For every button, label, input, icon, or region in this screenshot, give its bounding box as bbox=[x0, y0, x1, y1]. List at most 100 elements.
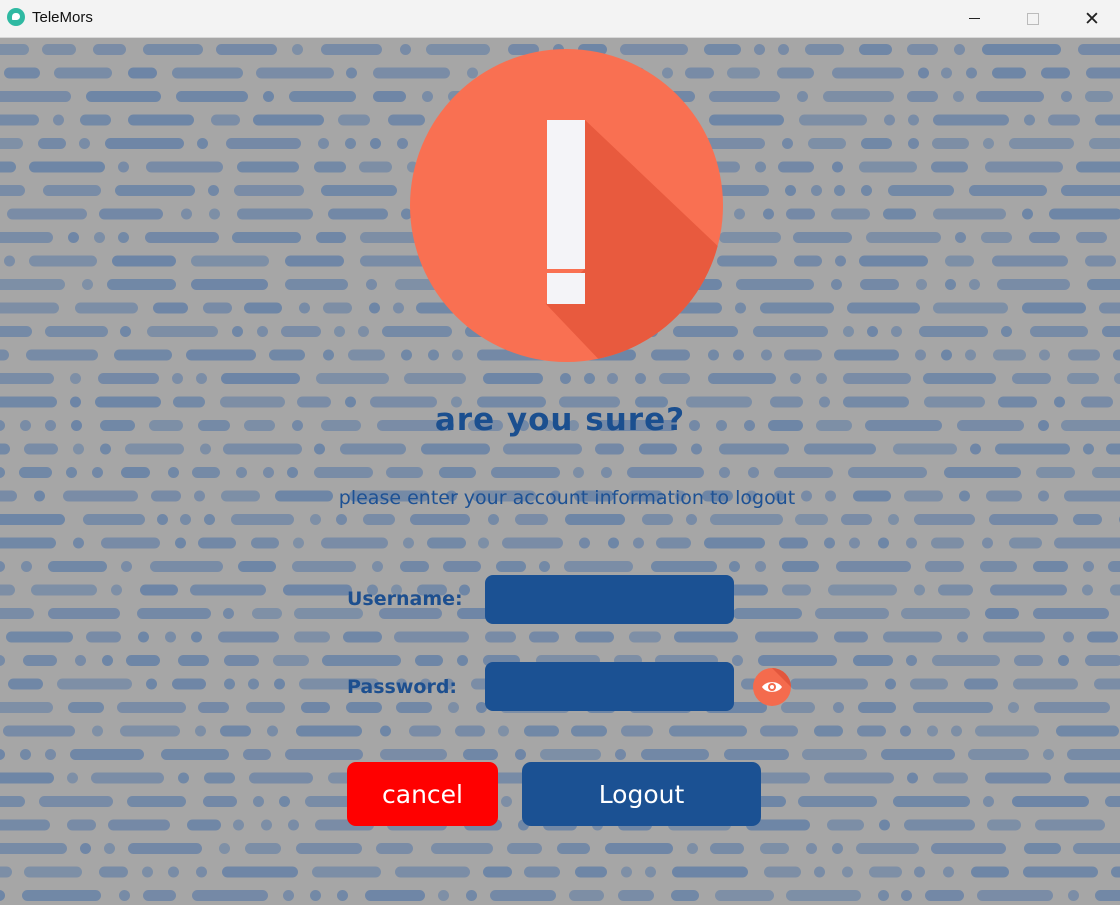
pattern-dash bbox=[292, 561, 356, 572]
pattern-dash bbox=[832, 67, 904, 79]
username-input[interactable] bbox=[485, 575, 734, 624]
pattern-dash bbox=[485, 631, 516, 643]
pattern-dash bbox=[932, 138, 969, 149]
dialog-subtitle: please enter your account information to… bbox=[338, 487, 796, 509]
pattern-dash bbox=[404, 373, 466, 384]
pattern-dash bbox=[190, 584, 266, 596]
pattern-dash bbox=[191, 255, 269, 267]
pattern-dash bbox=[421, 443, 490, 455]
pattern-dash bbox=[496, 561, 526, 572]
pattern-dash bbox=[1022, 208, 1033, 220]
pattern-dash bbox=[198, 702, 229, 713]
pattern-dash bbox=[150, 561, 223, 572]
pattern-dash bbox=[867, 326, 878, 337]
pattern-dash bbox=[439, 467, 476, 478]
pattern-dash bbox=[687, 843, 698, 854]
maximize-button[interactable] bbox=[1005, 0, 1061, 37]
pattern-dash bbox=[358, 326, 369, 337]
pattern-dash bbox=[1024, 114, 1035, 126]
pattern-dash bbox=[0, 185, 25, 196]
pattern-dash bbox=[1082, 584, 1093, 596]
pattern-dash bbox=[178, 655, 209, 666]
pattern-dash bbox=[797, 91, 808, 102]
pattern-dash bbox=[778, 161, 814, 173]
pattern-dash bbox=[931, 537, 964, 549]
pattern-dash bbox=[760, 725, 798, 737]
pattern-dash bbox=[393, 302, 404, 314]
pattern-dash bbox=[891, 326, 902, 337]
pattern-dash bbox=[204, 772, 235, 784]
pattern-dash bbox=[524, 866, 560, 878]
pattern-dash bbox=[955, 232, 966, 243]
pattern-dash bbox=[764, 866, 801, 878]
pattern-dash bbox=[710, 514, 783, 525]
pattern-dash bbox=[932, 655, 1000, 666]
password-input[interactable] bbox=[485, 662, 734, 711]
pattern-dash bbox=[529, 631, 559, 643]
pattern-dash bbox=[409, 725, 441, 737]
pattern-dash bbox=[816, 373, 827, 384]
pattern-dash bbox=[806, 843, 817, 854]
logout-button[interactable]: Logout bbox=[522, 762, 761, 826]
cancel-button[interactable]: cancel bbox=[347, 762, 498, 826]
window-title: TeleMors bbox=[32, 9, 93, 26]
pattern-dash bbox=[995, 443, 1070, 455]
pattern-dash bbox=[191, 631, 202, 643]
pattern-dash bbox=[981, 232, 1012, 243]
pattern-dash bbox=[970, 443, 981, 455]
pattern-dash bbox=[805, 44, 844, 55]
pattern-dash bbox=[244, 302, 282, 314]
maximize-icon bbox=[1027, 12, 1039, 25]
pattern-dash bbox=[1035, 819, 1105, 831]
pattern-dash bbox=[403, 537, 414, 549]
pattern-dash bbox=[790, 678, 868, 690]
pattern-dash bbox=[68, 702, 104, 713]
pattern-dash bbox=[209, 208, 220, 220]
pattern-dash bbox=[261, 819, 272, 831]
pattern-dash bbox=[823, 91, 894, 102]
pattern-dash bbox=[73, 537, 84, 549]
show-password-button[interactable] bbox=[753, 668, 791, 706]
pattern-dash bbox=[985, 772, 1051, 784]
pattern-dash bbox=[736, 279, 814, 290]
pattern-dash bbox=[204, 514, 215, 525]
pattern-dash bbox=[346, 702, 382, 713]
pattern-dash bbox=[127, 796, 186, 807]
pattern-dash bbox=[0, 114, 39, 126]
pattern-dash bbox=[198, 537, 236, 549]
pattern-dash bbox=[560, 373, 571, 384]
pattern-dash bbox=[957, 631, 968, 643]
pattern-dash bbox=[908, 114, 919, 126]
pattern-dash bbox=[659, 373, 690, 384]
pattern-dash bbox=[564, 561, 633, 572]
pattern-dash bbox=[187, 819, 221, 831]
pattern-dash bbox=[70, 373, 81, 384]
pattern-dash bbox=[754, 44, 765, 55]
pattern-dash bbox=[815, 608, 889, 619]
pattern-dash bbox=[621, 866, 632, 878]
pattern-dash bbox=[834, 631, 868, 643]
pattern-dash bbox=[717, 255, 777, 267]
pattern-dash bbox=[143, 44, 203, 55]
minimize-button[interactable] bbox=[946, 0, 1002, 37]
pattern-dash bbox=[539, 561, 550, 572]
pattern-dash bbox=[859, 255, 928, 267]
pattern-dash bbox=[312, 866, 381, 878]
pattern-dash bbox=[120, 725, 180, 737]
pattern-dash bbox=[53, 114, 64, 126]
pattern-dash bbox=[121, 467, 150, 478]
close-button[interactable]: ✕ bbox=[1064, 0, 1120, 37]
pattern-dash bbox=[431, 843, 493, 854]
pattern-dash bbox=[249, 772, 313, 784]
pattern-dash bbox=[0, 349, 9, 361]
pattern-dash bbox=[915, 349, 926, 361]
pattern-dash bbox=[93, 44, 126, 55]
pattern-dash bbox=[168, 866, 179, 878]
pattern-dash bbox=[75, 302, 138, 314]
pattern-dash bbox=[237, 161, 299, 173]
pattern-dash bbox=[0, 302, 59, 314]
pattern-dash bbox=[847, 302, 920, 314]
pattern-dash bbox=[906, 655, 917, 666]
pattern-dash bbox=[733, 608, 802, 619]
pattern-dash bbox=[0, 443, 10, 455]
